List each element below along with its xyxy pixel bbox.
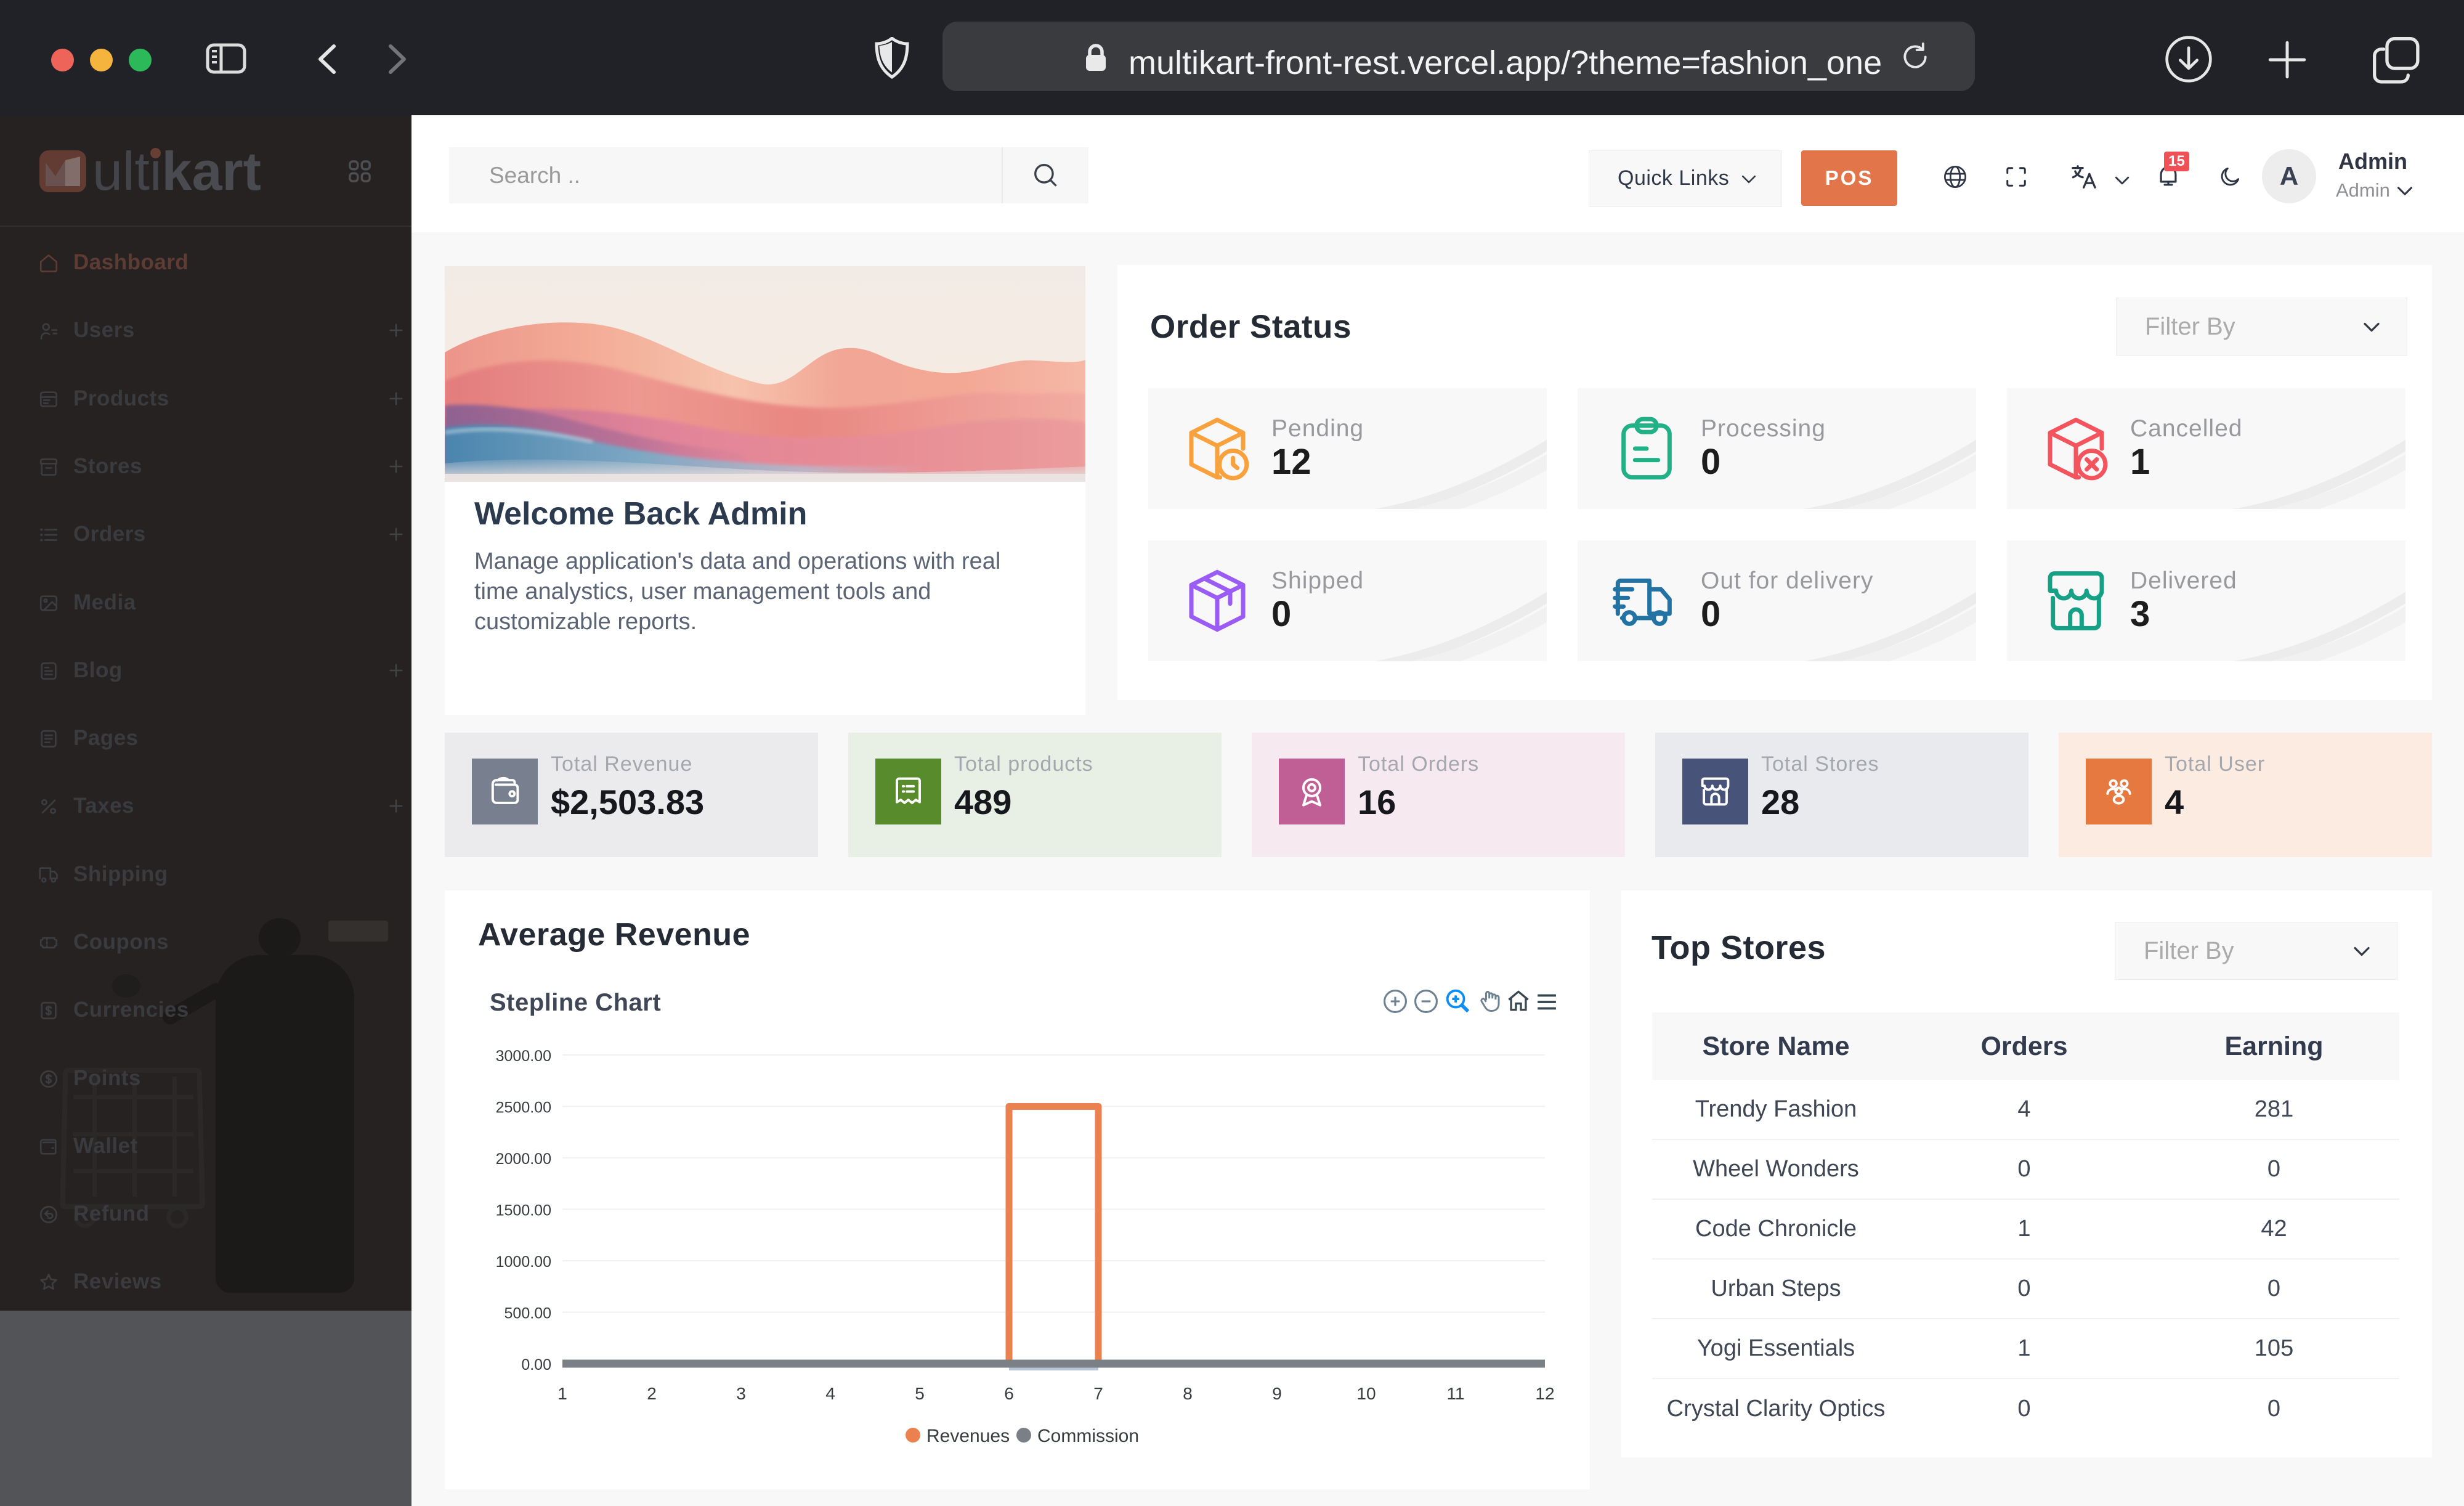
svg-text:10: 10 (1356, 1384, 1376, 1403)
svg-text:2500.00: 2500.00 (496, 1099, 551, 1117)
svg-text:9: 9 (1272, 1384, 1282, 1403)
svg-text:4: 4 (825, 1384, 835, 1403)
svg-text:12: 12 (1535, 1384, 1554, 1403)
svg-text:11: 11 (1446, 1384, 1464, 1403)
svg-text:2000.00: 2000.00 (496, 1150, 551, 1168)
svg-text:500.00: 500.00 (505, 1305, 551, 1322)
svg-text:3: 3 (736, 1384, 746, 1403)
svg-text:8: 8 (1183, 1384, 1193, 1403)
svg-text:Revenues: Revenues (926, 1426, 1010, 1446)
svg-text:6: 6 (1004, 1384, 1014, 1403)
svg-text:3000.00: 3000.00 (496, 1048, 551, 1065)
svg-text:5: 5 (915, 1384, 925, 1403)
svg-text:0.00: 0.00 (521, 1356, 551, 1374)
svg-text:1000.00: 1000.00 (496, 1253, 551, 1271)
svg-text:1: 1 (557, 1384, 567, 1403)
svg-text:7: 7 (1093, 1384, 1103, 1403)
svg-text:1500.00: 1500.00 (496, 1202, 551, 1219)
svg-text:2: 2 (647, 1384, 657, 1403)
svg-text:Commission: Commission (1037, 1426, 1139, 1446)
